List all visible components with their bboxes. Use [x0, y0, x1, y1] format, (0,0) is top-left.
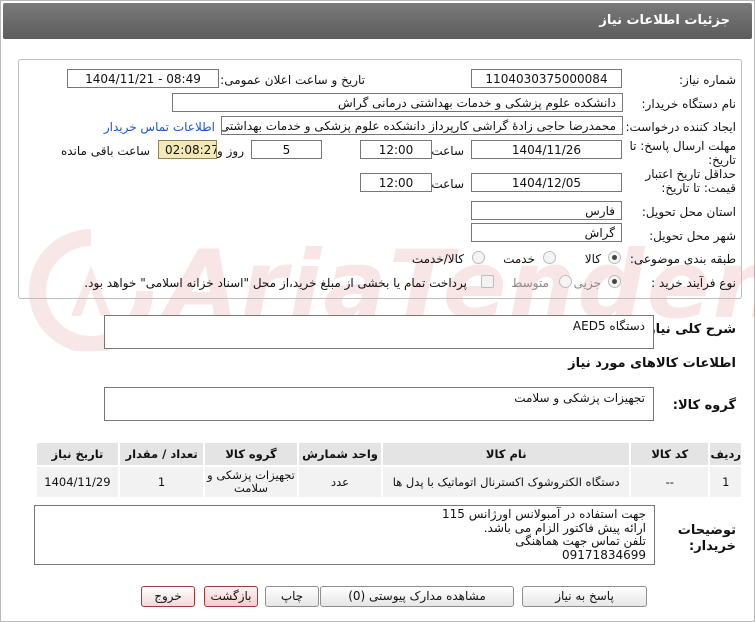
- process-label: نوع فرآیند خرید :: [651, 276, 736, 290]
- col-row-header: ردیف: [708, 441, 743, 467]
- buyer-notes-line: تلفن تماس جهت هماهنگی: [515, 534, 646, 548]
- cell-row: 1: [708, 465, 743, 499]
- province-label: استان محل تحویل:: [641, 205, 736, 219]
- category-radio-goods-service[interactable]: [472, 251, 485, 264]
- days-label: روز و: [217, 144, 244, 158]
- buyer-notes-label-1: توضیحات: [677, 523, 736, 538]
- need-number-label: شماره نیاز:: [679, 73, 736, 87]
- process-option-medium: متوسط: [511, 276, 549, 290]
- buyer-notes-line: جهت استفاده در آمبولانس اورژانس 115: [442, 507, 646, 521]
- category-option-goods: کالا: [584, 252, 601, 266]
- exit-button[interactable]: خروج: [141, 586, 195, 607]
- process-radio-minor[interactable]: [608, 275, 621, 288]
- validity-date-field: 1404/12/05: [471, 173, 622, 192]
- category-radio-goods[interactable]: [608, 251, 621, 264]
- cell-name: دستگاه الکتروشوک اکسترنال اتوماتیک با پد…: [381, 465, 632, 499]
- buyer-notes-field: جهت استفاده در آمبولانس اورژانس 115 ارائ…: [34, 505, 655, 565]
- col-group-header: گروه کالا: [203, 441, 299, 467]
- general-desc-field: دستگاه AED5: [104, 315, 654, 349]
- category-label: طبقه بندی موضوعی:: [629, 252, 736, 266]
- deadline-label-2: تاریخ:: [708, 153, 736, 167]
- print-button[interactable]: چاپ: [265, 586, 319, 607]
- deadline-date-field: 1404/11/26: [471, 140, 622, 159]
- province-field: فارس: [471, 201, 622, 220]
- buyer-notes-line: ارائه پیش فاکتور الزام می باشد.: [483, 520, 646, 535]
- title-bar: جزئیات اطلاعات نیاز: [3, 3, 752, 39]
- table-row: 1 -- دستگاه الکتروشوک اکسترنال اتوماتیک …: [35, 465, 743, 499]
- category-radio-service[interactable]: [543, 251, 556, 264]
- category-option-service: خدمت: [503, 252, 535, 266]
- col-date-header: تاریخ نیاز: [35, 441, 120, 467]
- cell-date: 1404/11/29: [35, 465, 120, 499]
- deadline-time-field: 12:00: [360, 140, 432, 159]
- cell-group: تجهیزات پزشکی و سلامت: [203, 465, 299, 499]
- payment-note: پرداخت تمام یا بخشی از مبلغ خرید،از محل …: [84, 276, 467, 290]
- validity-time-label: ساعت: [431, 177, 464, 191]
- validity-time-field: 12:00: [360, 173, 432, 192]
- buyer-notes-label-2: خریدار:: [689, 539, 736, 554]
- deadline-label-1: مهلت ارسال پاسخ: تا: [629, 139, 736, 153]
- buyer-field: دانشکده علوم پزشکی و خدمات بهداشتی درمان…: [172, 93, 623, 112]
- col-qty-header: تعداد / مقدار: [117, 441, 206, 467]
- city-field: گراش: [471, 223, 622, 242]
- goods-info-heading: اطلاعات کالاهای مورد نیاز: [568, 356, 736, 371]
- announce-label: تاریخ و ساعت اعلان عمومی:: [220, 73, 365, 87]
- city-label: شهر محل تحویل:: [649, 229, 736, 243]
- col-unit-header: واحد شمارش: [296, 441, 384, 467]
- need-number-field: 1104030375000084: [471, 69, 622, 88]
- category-option-goods-service: کالا/خدمت: [411, 252, 464, 266]
- reply-button[interactable]: پاسخ به نیاز: [522, 586, 647, 607]
- validity-label-1: حداقل تاریخ اعتبار: [645, 167, 736, 181]
- table-header-row: ردیف کد کالا نام کالا واحد شمارش گروه کا…: [35, 441, 743, 467]
- validity-label-2: قیمت: تا تاریخ:: [661, 181, 736, 195]
- treasury-checkbox[interactable]: [481, 275, 494, 288]
- process-option-minor: جزیی: [573, 276, 601, 290]
- deadline-time-label: ساعت: [431, 144, 464, 158]
- cell-code: --: [629, 465, 711, 499]
- col-name-header: نام کالا: [381, 441, 632, 467]
- process-radio-medium[interactable]: [559, 275, 572, 288]
- goods-group-label: گروه کالا:: [672, 398, 736, 413]
- contact-info-link[interactable]: اطلاعات تماس خریدار: [104, 120, 215, 134]
- window: جزئیات اطلاعات نیاز AriaTender.net شماره…: [0, 0, 755, 622]
- buyer-notes-line: 09171834699: [562, 547, 646, 562]
- goods-table: ردیف کد کالا نام کالا واحد شمارش گروه کا…: [35, 441, 743, 499]
- creator-field: محمدرضا حاجی زادۀ گراشی کارپرداز دانشکده…: [221, 116, 623, 135]
- goods-group-field: تجهیزات پزشکی و سلامت: [104, 387, 654, 421]
- buyer-label: نام دستگاه خریدار:: [641, 97, 737, 111]
- general-desc-label: شرح کلی نیاز:: [642, 322, 736, 337]
- view-attachments-button[interactable]: مشاهده مدارک پیوستی (0): [320, 586, 514, 607]
- cell-qty: 1: [117, 465, 206, 499]
- cell-unit: عدد: [296, 465, 384, 499]
- remaining-time-label: ساعت باقی مانده: [60, 144, 150, 158]
- announce-field: 1404/11/21 - 08:49: [67, 69, 219, 88]
- remaining-time-field: 02:08:27: [158, 140, 217, 159]
- window-title: جزئیات اطلاعات نیاز: [599, 13, 730, 28]
- creator-label: ایجاد کننده درخواست:: [625, 120, 736, 134]
- col-code-header: کد کالا: [629, 441, 711, 467]
- back-button[interactable]: بازگشت: [204, 586, 258, 607]
- days-field: 5: [251, 140, 322, 159]
